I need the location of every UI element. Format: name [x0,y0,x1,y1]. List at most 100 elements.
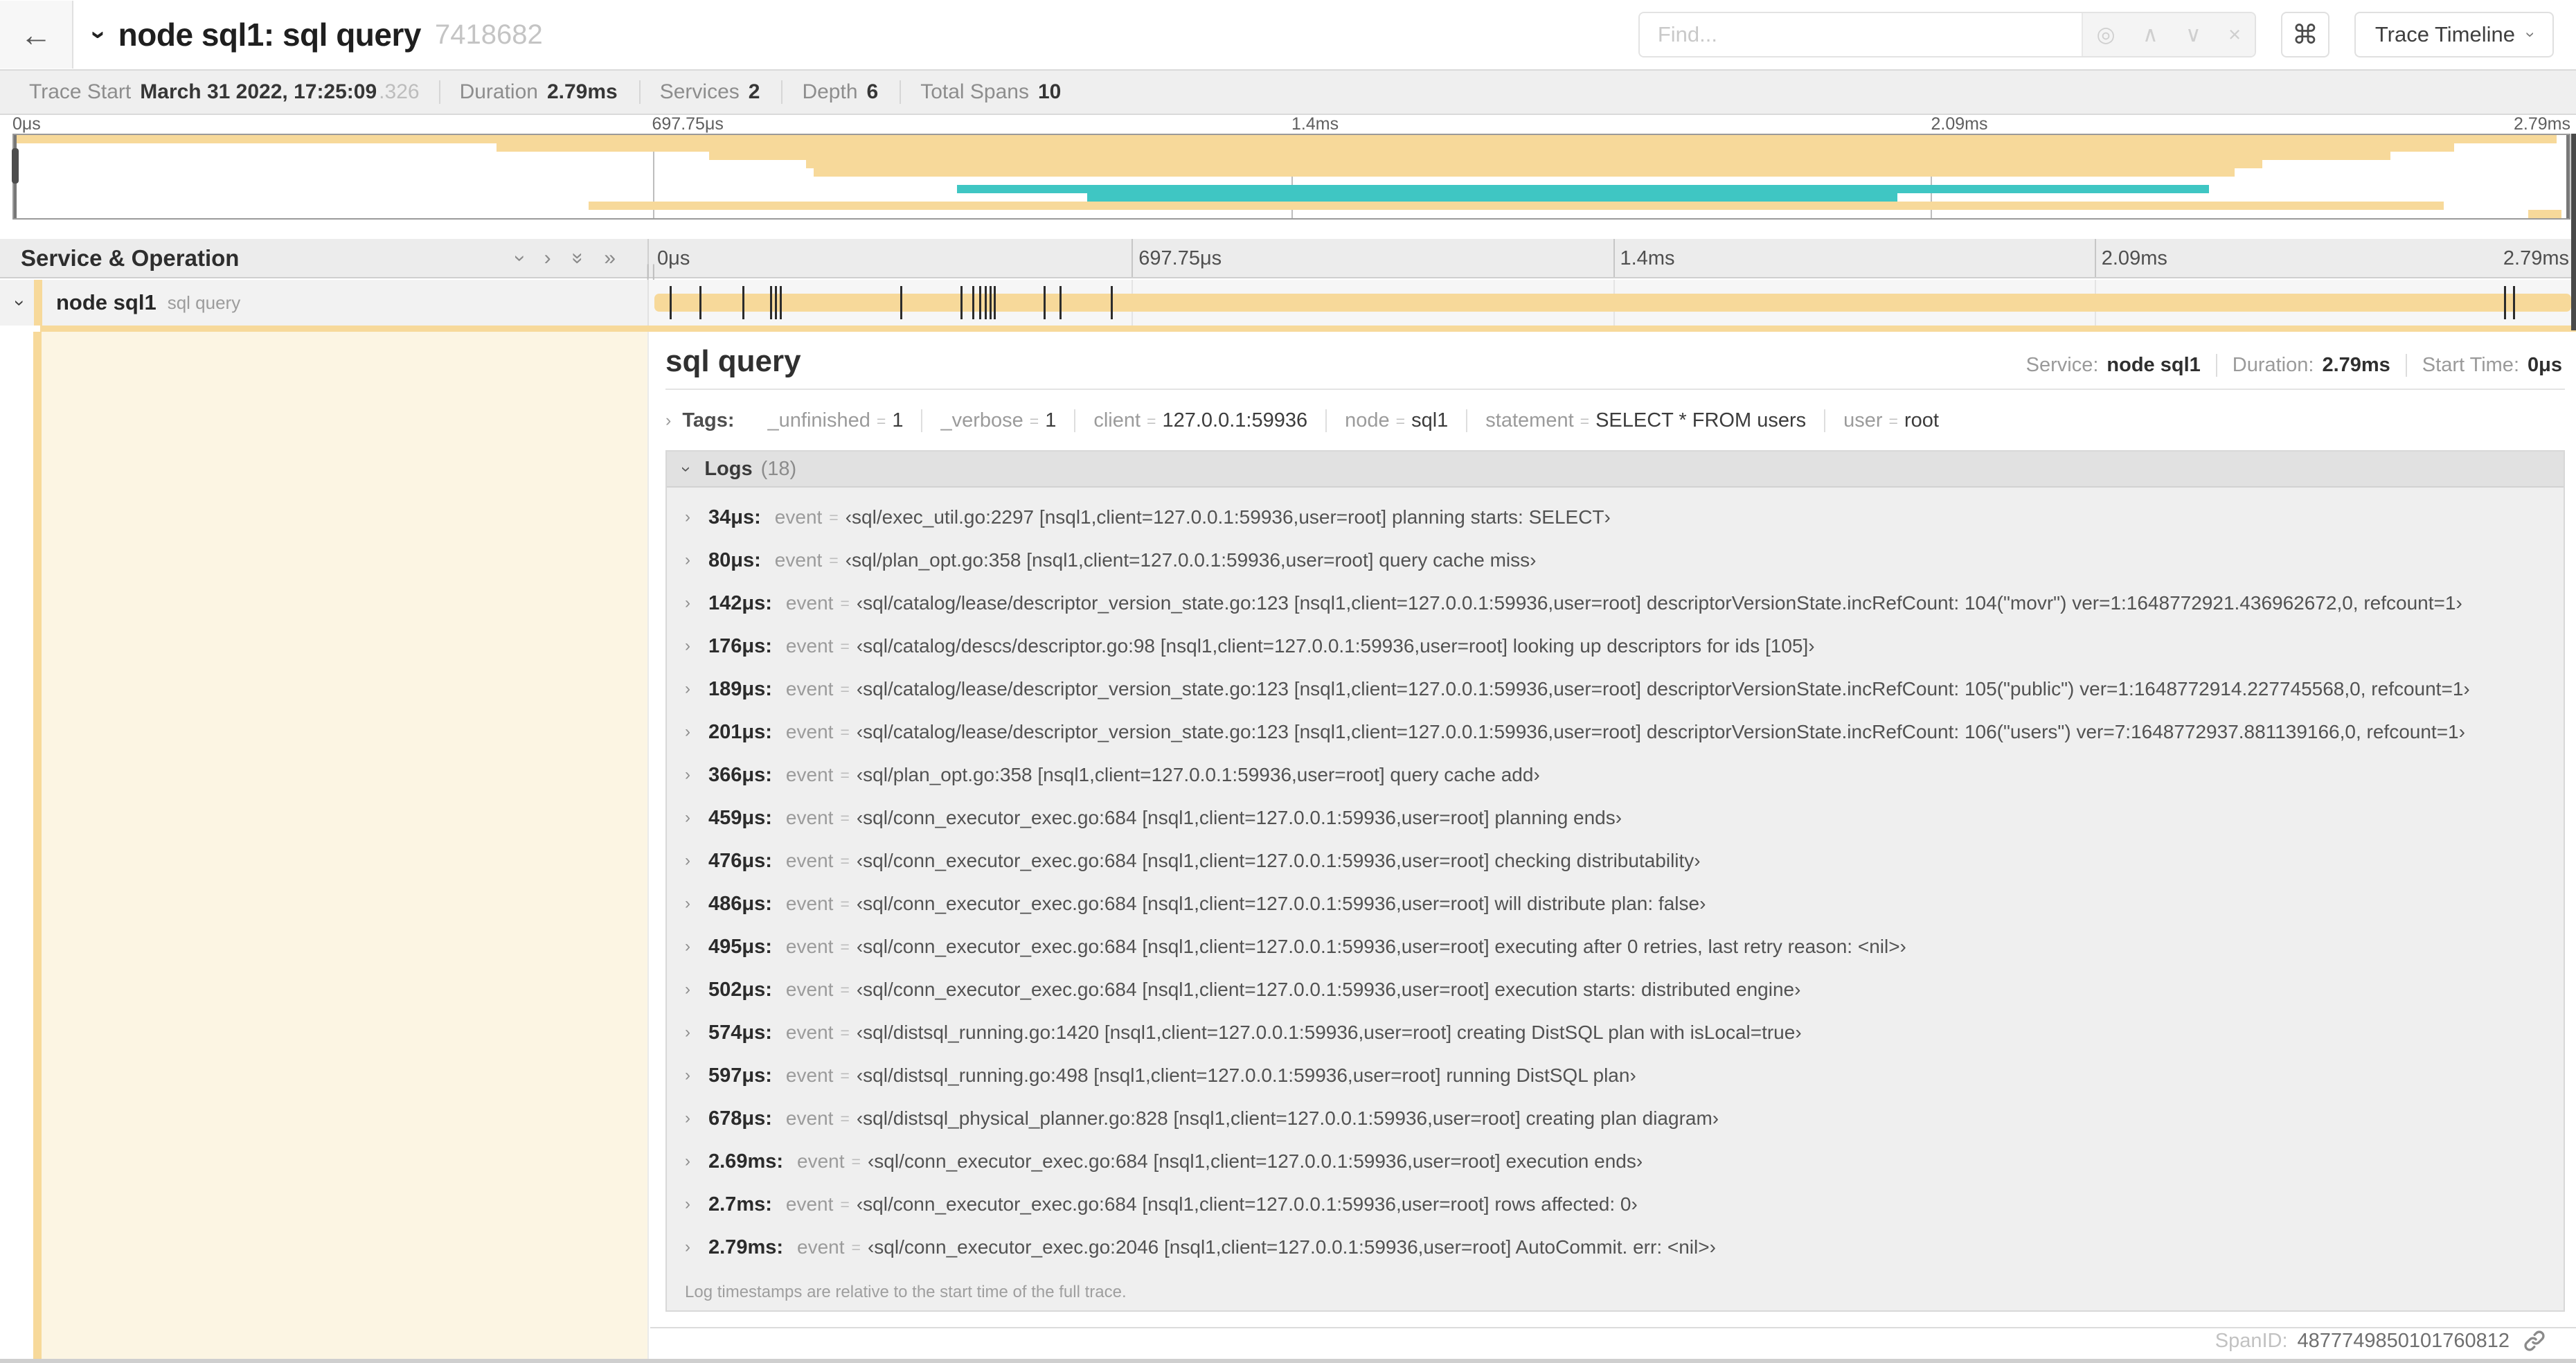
log-entry[interactable]: › 486μs: event = ‹sql/conn_executor_exec… [667,882,2564,925]
ruler-tick-label: 0μs [657,247,690,269]
span-stat: Duration: 2.79ms [2217,354,2407,377]
log-equals: = [840,594,850,612]
log-field-key: event [785,1064,834,1086]
view-selector-button[interactable]: Trace Timeline › [2354,12,2554,57]
span-row-node-sql1[interactable]: › node sql1 sql query [0,280,2576,326]
logs-accordion-header[interactable]: › Logs (18) [667,452,2564,488]
find-input[interactable] [1639,13,2082,56]
find-next-icon[interactable]: ∨ [2185,22,2201,47]
log-timestamp: 176μs: [708,634,772,657]
log-entry[interactable]: › 2.79ms: event = ‹sql/conn_executor_exe… [667,1226,2564,1269]
meta-value: 2.79ms [546,80,618,103]
log-field-key: event [785,635,834,657]
minimap-right-scrubber[interactable] [2566,135,2569,218]
meta-label: Depth [802,80,858,103]
tags-accordion[interactable]: › Tags: _unfinished = 1 _verbose = 1 cli… [665,409,2565,432]
stat-label: Service: [2025,354,2099,376]
meta-value: 6 [866,80,879,103]
tag-equals: = [1029,412,1039,430]
span-row-name-column[interactable]: › node sql1 sql query [0,280,649,326]
minimap-span-bar [589,202,2444,210]
log-entry[interactable]: › 597μs: event = ‹sql/distsql_running.go… [667,1054,2564,1097]
row-collapse-icon[interactable]: › [9,300,30,306]
chevron-right-icon: › [685,851,690,870]
span-boundary-tick [978,286,981,319]
log-timestamp: 476μs: [708,849,772,872]
collapse-trace-icon[interactable]: › [84,30,114,39]
trace-meta-item: Duration 2.79ms [440,80,641,104]
tag-item: _unfinished = 1 [750,409,923,432]
locate-icon[interactable]: ◎ [2097,22,2116,47]
log-equals: = [840,1109,850,1128]
timeline-right-edge-handle[interactable] [2571,134,2576,330]
span-boundary-tick [742,286,744,319]
chevron-right-icon: › [685,722,690,741]
log-message: ‹sql/conn_executor_exec.go:684 [nsql1,cl… [856,893,1706,914]
back-button[interactable]: ← [0,1,73,69]
log-timestamp: 189μs: [708,677,772,700]
log-field-key: event [785,592,834,614]
keyboard-shortcuts-button[interactable]: ⌘ [2280,12,2329,57]
log-entry[interactable]: › 366μs: event = ‹sql/plan_opt.go:358 [n… [667,754,2564,796]
find-controls: ◎ ∧ ∨ × [2081,13,2255,56]
timeline-header: Service & Operation › › » » || 0μs 697.75… [0,239,2576,280]
minimap-tick-label: 2.09ms [1931,114,1988,134]
log-field-key: event [785,807,834,828]
span-row-timeline[interactable] [650,280,2576,326]
tag-item: client = 127.0.0.1:59936 [1075,409,1327,432]
log-entry[interactable]: › 459μs: event = ‹sql/conn_executor_exec… [667,796,2564,839]
chevron-right-icon: › [685,1195,690,1213]
service-operation-title: Service & Operation [21,244,240,271]
find-clear-icon[interactable]: × [2228,22,2241,47]
find-prev-icon[interactable]: ∧ [2143,22,2158,47]
log-timestamp: 2.69ms: [708,1150,784,1173]
log-message: ‹sql/conn_executor_exec.go:684 [nsql1,cl… [856,807,1622,828]
service-operation-header: Service & Operation › › » » || [0,239,656,280]
chevron-right-icon: › [685,636,690,655]
log-entry[interactable]: › 476μs: event = ‹sql/conn_executor_exec… [667,839,2564,882]
log-timestamp: 2.79ms: [708,1236,784,1258]
expand-one-icon[interactable]: › [544,247,551,270]
log-entry[interactable]: › 189μs: event = ‹sql/catalog/lease/desc… [667,668,2564,711]
log-entry[interactable]: › 495μs: event = ‹sql/conn_executor_exec… [667,925,2564,968]
log-entry[interactable]: › 176μs: event = ‹sql/catalog/descs/desc… [667,625,2564,668]
minimap-left-scrubber[interactable] [12,135,19,218]
collapse-all-icon[interactable]: » [566,252,589,264]
log-entry[interactable]: › 574μs: event = ‹sql/distsql_running.go… [667,1011,2564,1054]
logs-title: Logs [704,457,753,480]
log-equals: = [851,1238,861,1256]
view-selector-label: Trace Timeline [2374,22,2515,46]
chevron-right-icon: › [685,1109,690,1128]
span-duration-bar[interactable] [654,294,2572,312]
log-message: ‹sql/exec_util.go:2297 [nsql1,client=127… [845,506,1611,528]
log-entry[interactable]: › 2.7ms: event = ‹sql/conn_executor_exec… [667,1183,2564,1226]
log-entry[interactable]: › 502μs: event = ‹sql/conn_executor_exec… [667,968,2564,1011]
meta-label: Total Spans [920,80,1029,103]
expand-all-icon[interactable]: » [604,247,616,270]
span-boundary-tick [960,286,963,319]
log-message: ‹sql/catalog/lease/descriptor_version_st… [856,592,2462,614]
scrubber-grip[interactable] [12,148,19,184]
meta-suffix: .326 [379,80,420,103]
minimap-canvas[interactable] [12,134,2570,220]
chevron-right-icon: › [685,679,690,698]
log-message: ‹sql/distsql_physical_planner.go:828 [ns… [856,1107,1719,1129]
log-entry[interactable]: › 34μs: event = ‹sql/exec_util.go:2297 [… [667,496,2564,539]
log-entry[interactable]: › 142μs: event = ‹sql/catalog/lease/desc… [667,582,2564,625]
log-field-key: event [785,979,834,1000]
log-message: ‹sql/catalog/descs/descriptor.go:98 [nsq… [856,635,1815,657]
log-message: ‹sql/catalog/lease/descriptor_version_st… [856,678,2470,700]
chevron-right-icon: › [685,894,690,913]
log-entry[interactable]: › 80μs: event = ‹sql/plan_opt.go:358 [ns… [667,539,2564,582]
span-boundary-tick [900,286,902,319]
log-entry[interactable]: › 678μs: event = ‹sql/distsql_physical_p… [667,1097,2564,1140]
link-icon[interactable] [2522,1328,2547,1353]
span-boundary-tick [779,286,782,319]
log-entry[interactable]: › 201μs: event = ‹sql/catalog/lease/desc… [667,711,2564,754]
minimap-tick-labels: 0μs 697.75μs 1.4ms 2.09ms 2.79ms [12,114,2570,134]
column-resizer-grip[interactable]: || [646,262,657,281]
collapse-one-icon[interactable]: › [508,255,532,262]
minimap-tick-label: 2.79ms [2514,114,2570,134]
log-field-key: event [774,506,823,528]
log-entry[interactable]: › 2.69ms: event = ‹sql/conn_executor_exe… [667,1140,2564,1183]
